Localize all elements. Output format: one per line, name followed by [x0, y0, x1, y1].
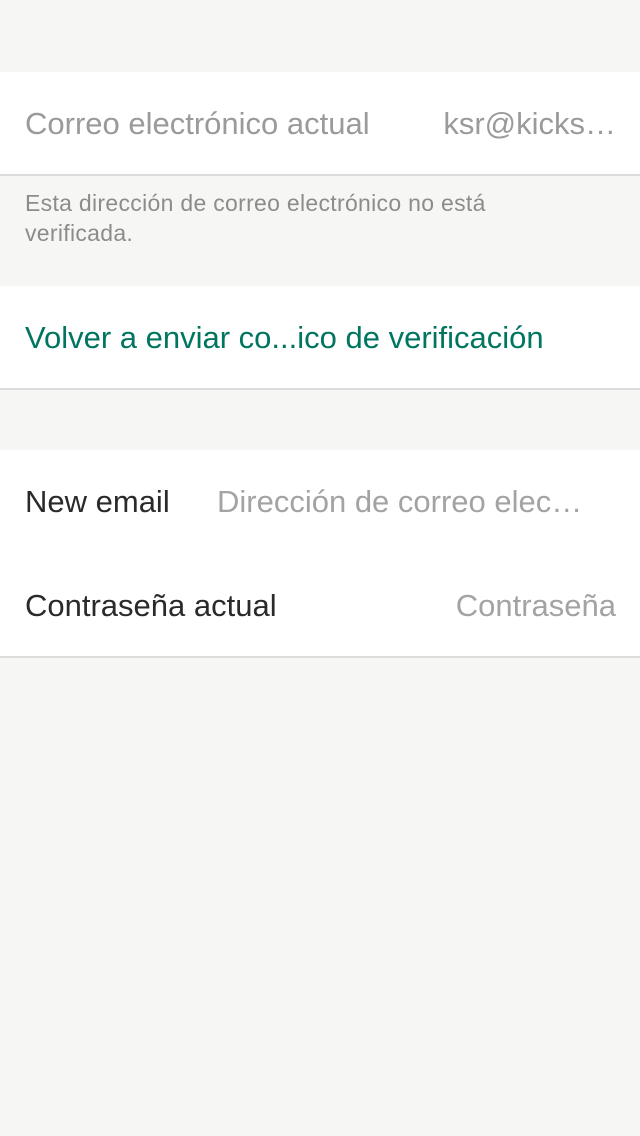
resend-verification-row[interactable]: Volver a enviar co...ico de verificación — [0, 286, 640, 390]
current-email-row: Correo electrónico actual ksr@kicks… — [0, 72, 640, 176]
new-email-row[interactable]: New email — [0, 450, 640, 554]
new-email-label: New email — [25, 484, 170, 519]
current-email-label: Correo electrónico actual — [25, 106, 370, 141]
new-email-input[interactable] — [217, 450, 616, 554]
change-email-form: New email Contraseña actual — [0, 450, 640, 658]
current-password-label: Contraseña actual — [25, 588, 277, 623]
current-password-input[interactable] — [330, 554, 616, 658]
unverified-email-notice: Esta dirección de correo electrónico no … — [25, 190, 486, 246]
resend-verification-link[interactable]: Volver a enviar co...ico de verificación — [25, 286, 544, 390]
current-email-value: ksr@kicks… — [443, 106, 616, 141]
current-password-row[interactable]: Contraseña actual — [0, 554, 640, 658]
change-email-screen: Correo electrónico actual ksr@kicks… Est… — [0, 0, 640, 1136]
